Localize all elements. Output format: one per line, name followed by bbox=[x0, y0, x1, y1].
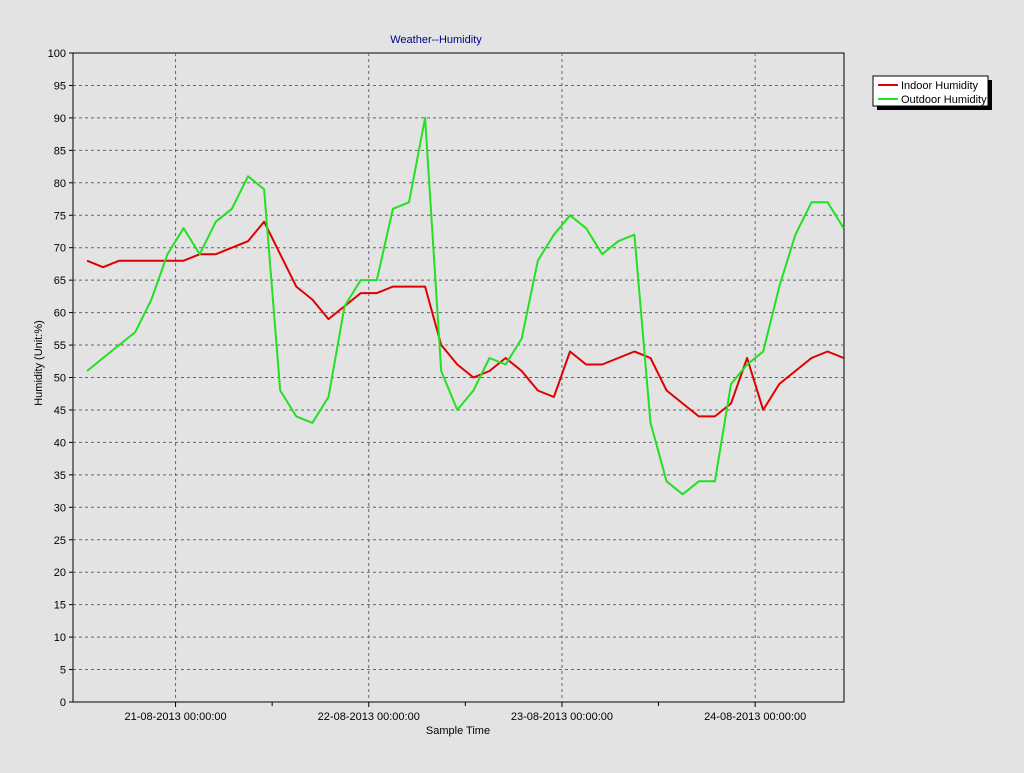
y-tick-label: 65 bbox=[54, 275, 66, 287]
y-tick-label: 15 bbox=[54, 600, 66, 612]
y-tick-label: 0 bbox=[60, 697, 66, 709]
chart-title: Weather--Humidity bbox=[390, 34, 482, 46]
y-tick-label: 35 bbox=[54, 470, 66, 482]
legend-label-outdoor: Outdoor Humidity bbox=[901, 94, 987, 106]
y-tick-label: 90 bbox=[54, 113, 66, 125]
y-tick-label: 75 bbox=[54, 210, 66, 222]
y-tick-label: 60 bbox=[54, 308, 66, 320]
x-tick-label: 21-08-2013 00:00:00 bbox=[124, 711, 226, 723]
y-tick-label: 20 bbox=[54, 567, 66, 579]
chart-window: 0 5 10 15 20 25 30 35 40 45 50 55 60 65 70 75 80 85 90 95 10… bbox=[0, 0, 1024, 768]
y-tick-label: 10 bbox=[54, 632, 66, 644]
legend-label-indoor: Indoor Humidity bbox=[901, 80, 979, 92]
x-tick-label: 24-08-2013 00:00:00 bbox=[704, 711, 806, 723]
x-tick-label: 22-08-2013 00:00:00 bbox=[318, 711, 420, 723]
y-tick-label: 5 bbox=[60, 665, 66, 677]
y-tick-label: 30 bbox=[54, 502, 66, 514]
x-tick-label: 23-08-2013 00:00:00 bbox=[511, 711, 613, 723]
y-tick-label: 85 bbox=[54, 145, 66, 157]
y-tick-label: 45 bbox=[54, 405, 66, 417]
legend: Indoor Humidity Outdoor Humidity bbox=[872, 75, 992, 110]
y-tick-label: 95 bbox=[54, 80, 66, 92]
y-tick-label: 100 bbox=[48, 48, 66, 60]
y-tick-label: 25 bbox=[54, 535, 66, 547]
y-tick-label: 80 bbox=[54, 178, 66, 190]
grid-lines bbox=[73, 53, 844, 702]
y-tick-label: 55 bbox=[54, 340, 66, 352]
y-tick-label: 70 bbox=[54, 243, 66, 255]
humidity-line-chart: 0 5 10 15 20 25 30 35 40 45 50 55 60 65 70 75 80 85 90 95 10… bbox=[33, 34, 992, 737]
y-axis-label: Humidity (Unit:%) bbox=[33, 320, 45, 406]
y-tick-label: 40 bbox=[54, 437, 66, 449]
x-axis-label: Sample Time bbox=[426, 725, 490, 737]
y-tick-label: 50 bbox=[54, 373, 66, 385]
